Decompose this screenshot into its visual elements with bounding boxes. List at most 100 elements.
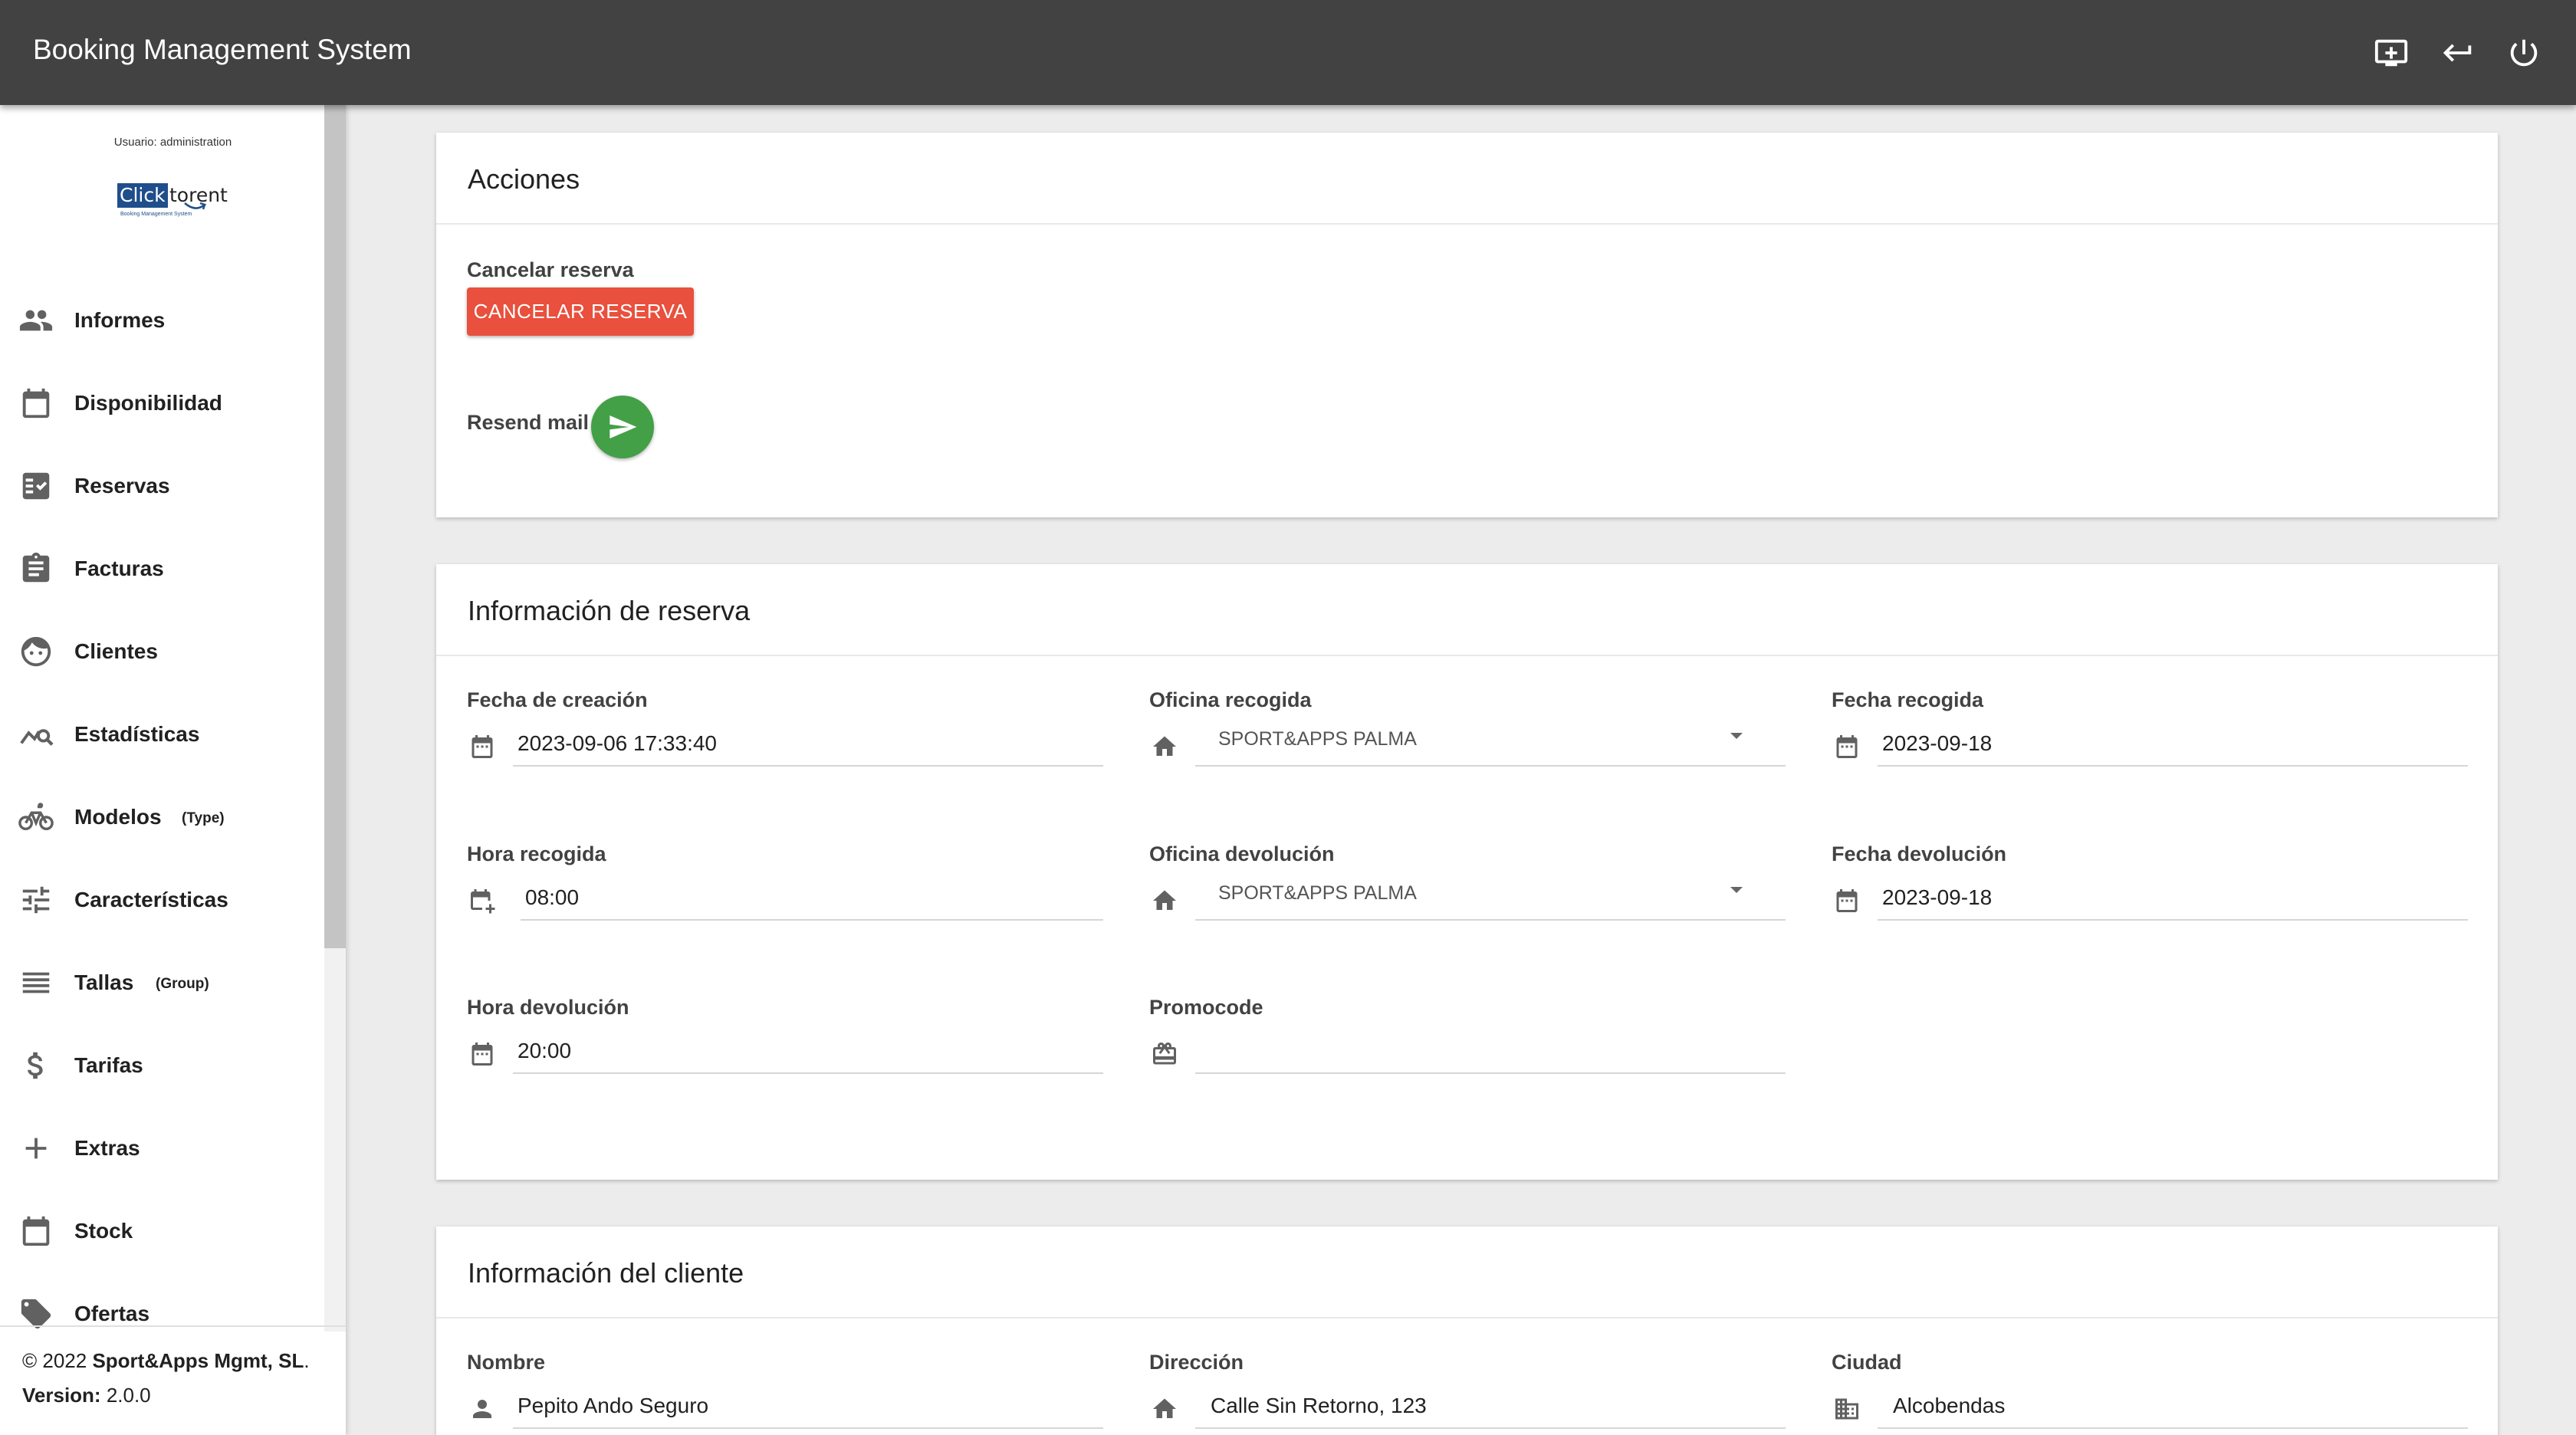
sidebar-item-label: Características [74, 888, 228, 911]
sidebar-divider [0, 1325, 346, 1327]
add-screen-icon[interactable] [2374, 35, 2409, 71]
field-label: Fecha de creación [467, 688, 648, 711]
field-underline [521, 919, 1103, 921]
hora-devolucion-value[interactable]: 20:00 [518, 1039, 571, 1063]
fecha-creacion-value[interactable]: 2023-09-06 17:33:40 [518, 731, 717, 756]
ciudad-value[interactable]: Alcobendas [1893, 1394, 2005, 1418]
clicktorent-logo: Click torent Booking Management System [117, 183, 232, 229]
field-underline [513, 1427, 1103, 1429]
sidebar-item-label: Tallas [74, 970, 134, 994]
calendar-icon [18, 1213, 54, 1249]
sidebar-item-modelos[interactable]: Modelos (Type) [0, 778, 322, 855]
calendar-icon [468, 733, 496, 760]
sidebar-item-label: Clientes [74, 639, 158, 663]
sidebar-item-label: Disponibilidad [74, 391, 222, 415]
clipboard-icon [18, 551, 54, 586]
field-underline [1195, 1427, 1786, 1429]
sidebar-item-label: Informes [74, 308, 166, 332]
oficina-recogida-field: Oficina recogida SPORT&APPS PALMA [1149, 688, 1786, 796]
sidebar: Usuario: administration Click torent Boo… [0, 105, 346, 1435]
calendar-icon [18, 386, 54, 421]
oficina-devolucion-field: Oficina devolución SPORT&APPS PALMA [1149, 842, 1786, 950]
fecha-recogida-field: Fecha recogida 2023-09-18 [1832, 688, 2468, 796]
sidebar-item-estadisticas[interactable]: Estadísticas [0, 695, 322, 772]
stats-icon [18, 717, 54, 752]
sidebar-item-informes[interactable]: Informes [0, 281, 322, 358]
copyright-prefix: © 2022 [22, 1349, 93, 1372]
sidebar-scrollbar-thumb[interactable] [324, 105, 346, 948]
sidebar-item-tag: (Group) [156, 976, 209, 992]
fecha-devolucion-field: Fecha devolución 2023-09-18 [1832, 842, 2468, 950]
home-icon [1151, 887, 1178, 915]
cliente-title: Información del cliente [468, 1257, 744, 1289]
dollar-icon [18, 1048, 54, 1083]
sidebar-item-facturas[interactable]: Facturas [0, 530, 322, 606]
field-label: Promocode [1149, 996, 1263, 1019]
reserva-title: Información de reserva [468, 595, 751, 626]
logo-subtitle: Booking Management System [120, 212, 192, 217]
fecha-recogida-value[interactable]: 2023-09-18 [1882, 731, 1992, 756]
sidebar-item-disponibilidad[interactable]: Disponibilidad [0, 364, 322, 441]
gift-card-icon [1151, 1040, 1178, 1068]
hora-devolucion-field: Hora devolución 20:00 [467, 996, 1103, 1103]
field-label: Ciudad [1832, 1351, 1902, 1374]
footer-version: Version: 2.0.0 [22, 1384, 151, 1407]
hora-recogida-field: Hora recogida 08:00 [467, 842, 1103, 950]
direccion-field: Dirección Calle Sin Retorno, 123 [1149, 1351, 1786, 1435]
resend-mail-button[interactable] [591, 396, 654, 458]
home-icon [1151, 1395, 1178, 1423]
checklist-icon [18, 468, 54, 504]
home-icon [1151, 733, 1178, 760]
sidebar-item-caracteristicas[interactable]: Características [0, 861, 322, 938]
sidebar-item-reservas[interactable]: Reservas [0, 447, 322, 524]
sidebar-item-extras[interactable]: Extras [0, 1109, 322, 1186]
calendar-icon [1833, 733, 1861, 760]
power-icon[interactable] [2506, 35, 2542, 71]
sidebar-item-stock[interactable]: Stock [0, 1192, 322, 1269]
plus-icon [18, 1131, 54, 1166]
direccion-value[interactable]: Calle Sin Retorno, 123 [1211, 1394, 1427, 1418]
field-underline [1878, 765, 2468, 767]
people-icon [18, 303, 54, 338]
tune-icon [18, 882, 54, 918]
field-underline [1878, 919, 2468, 921]
sidebar-item-tarifas[interactable]: Tarifas [0, 1026, 322, 1103]
ciudad-field: Ciudad Alcobendas [1832, 1351, 2468, 1435]
field-underline [1195, 1072, 1786, 1074]
sidebar-item-ofertas[interactable]: Ofertas [0, 1275, 322, 1351]
sidebar-item-label: Reservas [74, 474, 170, 497]
sidebar-item-label: Tarifas [74, 1053, 143, 1077]
reserva-card: Información de reserva Fecha de creación… [436, 564, 2498, 1180]
return-icon[interactable] [2440, 35, 2476, 71]
logo-click-text: Click [117, 183, 168, 208]
copyright-suffix: . [304, 1349, 310, 1372]
dropdown-arrow-icon[interactable] [1730, 733, 1743, 739]
hora-recogida-value[interactable]: 08:00 [525, 885, 579, 910]
calendar-icon [1833, 887, 1861, 915]
fecha-devolucion-value[interactable]: 2023-09-18 [1882, 885, 1992, 910]
list-icon [18, 965, 54, 1000]
fecha-creacion-field: Fecha de creación 2023-09-06 17:33:40 [467, 688, 1103, 796]
nombre-value[interactable]: Pepito Ando Seguro [518, 1394, 708, 1418]
field-label: Oficina recogida [1149, 688, 1312, 711]
sidebar-item-label: Estadísticas [74, 722, 200, 746]
oficina-recogida-select[interactable]: SPORT&APPS PALMA [1218, 728, 1417, 750]
app-title: Booking Management System [33, 34, 412, 65]
sidebar-item-clientes[interactable]: Clientes [0, 612, 322, 689]
sidebar-item-tag: (Type) [182, 810, 225, 826]
dropdown-arrow-icon[interactable] [1730, 887, 1743, 893]
sidebar-item-label: Facturas [74, 557, 164, 580]
sidebar-item-tallas[interactable]: Tallas (Group) [0, 944, 322, 1020]
sidebar-item-label: Stock [74, 1219, 133, 1243]
cancel-heading: Cancelar reserva [467, 258, 634, 281]
field-label: Hora devolución [467, 996, 629, 1019]
sidebar-item-label: Modelos [74, 805, 162, 829]
footer-copyright: © 2022 Sport&Apps Mgmt, SL. [22, 1349, 310, 1373]
user-label: Usuario: administration [113, 136, 232, 149]
acciones-card: Acciones Cancelar reserva CANCELAR RESER… [436, 133, 2498, 517]
app-header: Booking Management System [0, 0, 2576, 105]
field-label: Oficina devolución [1149, 842, 1335, 865]
company-name: Sport&Apps Mgmt, SL [92, 1349, 304, 1372]
cancel-reservation-button[interactable]: CANCELAR RESERVA [467, 287, 694, 336]
oficina-devolucion-select[interactable]: SPORT&APPS PALMA [1218, 882, 1417, 905]
